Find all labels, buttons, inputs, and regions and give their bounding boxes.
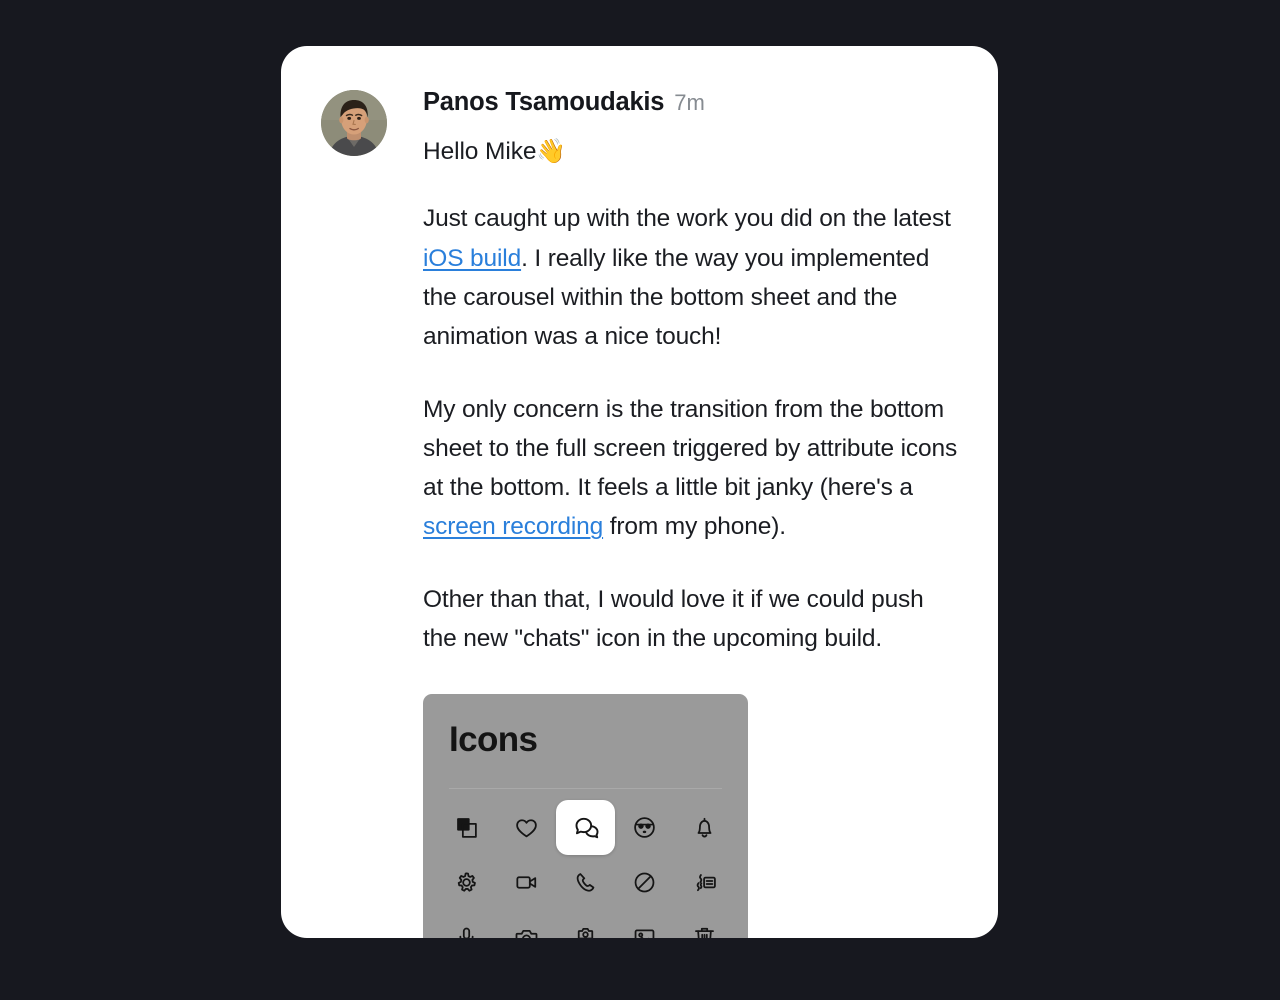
- message-header: Panos Tsamoudakis 7m Hello Mike👋: [321, 86, 958, 168]
- bell-icon: [697, 818, 712, 838]
- image-icon: [635, 929, 655, 938]
- inline-link[interactable]: screen recording: [423, 513, 603, 540]
- sender-name: Panos Tsamoudakis: [423, 88, 665, 116]
- message-body: Just caught up with the work you did on …: [423, 168, 958, 938]
- trash-icon: [694, 928, 714, 938]
- smiley-sunglasses-icon: [634, 817, 656, 839]
- message-paragraph-1: Just caught up with the work you did on …: [423, 205, 951, 351]
- screen-background: Panos Tsamoudakis 7m Hello Mike👋 Just ca…: [0, 0, 1280, 1000]
- icon-tile-camera-rotate[interactable]: [556, 910, 615, 938]
- message-card: Panos Tsamoudakis 7m Hello Mike👋 Just ca…: [281, 46, 998, 938]
- icon-grid: [423, 789, 748, 938]
- heart-icon: [515, 819, 537, 838]
- message-paragraph-2: My only concern is the transition from t…: [423, 395, 958, 541]
- camera-rotate-icon: [577, 928, 594, 938]
- avatar-photo: [321, 90, 387, 156]
- message-card-content: Panos Tsamoudakis 7m Hello Mike👋 Just ca…: [281, 46, 998, 938]
- phone-icon: [576, 873, 595, 892]
- icon-tile-microphone[interactable]: [437, 910, 496, 938]
- icon-tile-copy[interactable]: [437, 800, 496, 855]
- icon-tile-bell[interactable]: [675, 800, 734, 855]
- icon-tile-prohibit[interactable]: [615, 855, 674, 910]
- waving-hand-icon: 👋: [536, 138, 567, 165]
- inline-link[interactable]: iOS build: [423, 245, 521, 272]
- icon-tile-video-camera[interactable]: [496, 855, 555, 910]
- gear-icon: [457, 872, 477, 892]
- greeting-line: Hello Mike👋: [423, 136, 958, 168]
- icon-tile-heart[interactable]: [496, 800, 555, 855]
- camera-icon: [515, 930, 537, 938]
- copy-icon: [457, 818, 477, 839]
- attachment-title: Icons: [449, 720, 538, 760]
- icon-tile-chats[interactable]: [555, 800, 616, 856]
- greeting-text: Hello Mike: [423, 138, 537, 165]
- icons-attachment[interactable]: Icons: [423, 694, 748, 938]
- message-header-text: Panos Tsamoudakis 7m Hello Mike👋: [423, 86, 958, 168]
- microphone-icon: [459, 927, 474, 938]
- avatar[interactable]: [321, 90, 387, 156]
- icon-tile-smiley-sunglasses[interactable]: [615, 800, 674, 855]
- message-paragraph-3: Other than that, I would love it if we c…: [423, 585, 924, 652]
- icon-tile-image[interactable]: [615, 910, 674, 938]
- icon-tile-gear[interactable]: [437, 855, 496, 910]
- voice-message-icon: [696, 874, 716, 892]
- icon-tile-phone[interactable]: [556, 855, 615, 910]
- icon-tile-voice-message[interactable]: [675, 855, 734, 910]
- icon-tile-trash[interactable]: [675, 910, 734, 938]
- video-camera-icon: [516, 876, 536, 889]
- icon-tile-camera[interactable]: [496, 910, 555, 938]
- name-row: Panos Tsamoudakis 7m: [423, 88, 958, 117]
- message-timestamp: 7m: [674, 90, 705, 115]
- chats-icon: [575, 818, 599, 839]
- prohibit-icon: [635, 872, 655, 893]
